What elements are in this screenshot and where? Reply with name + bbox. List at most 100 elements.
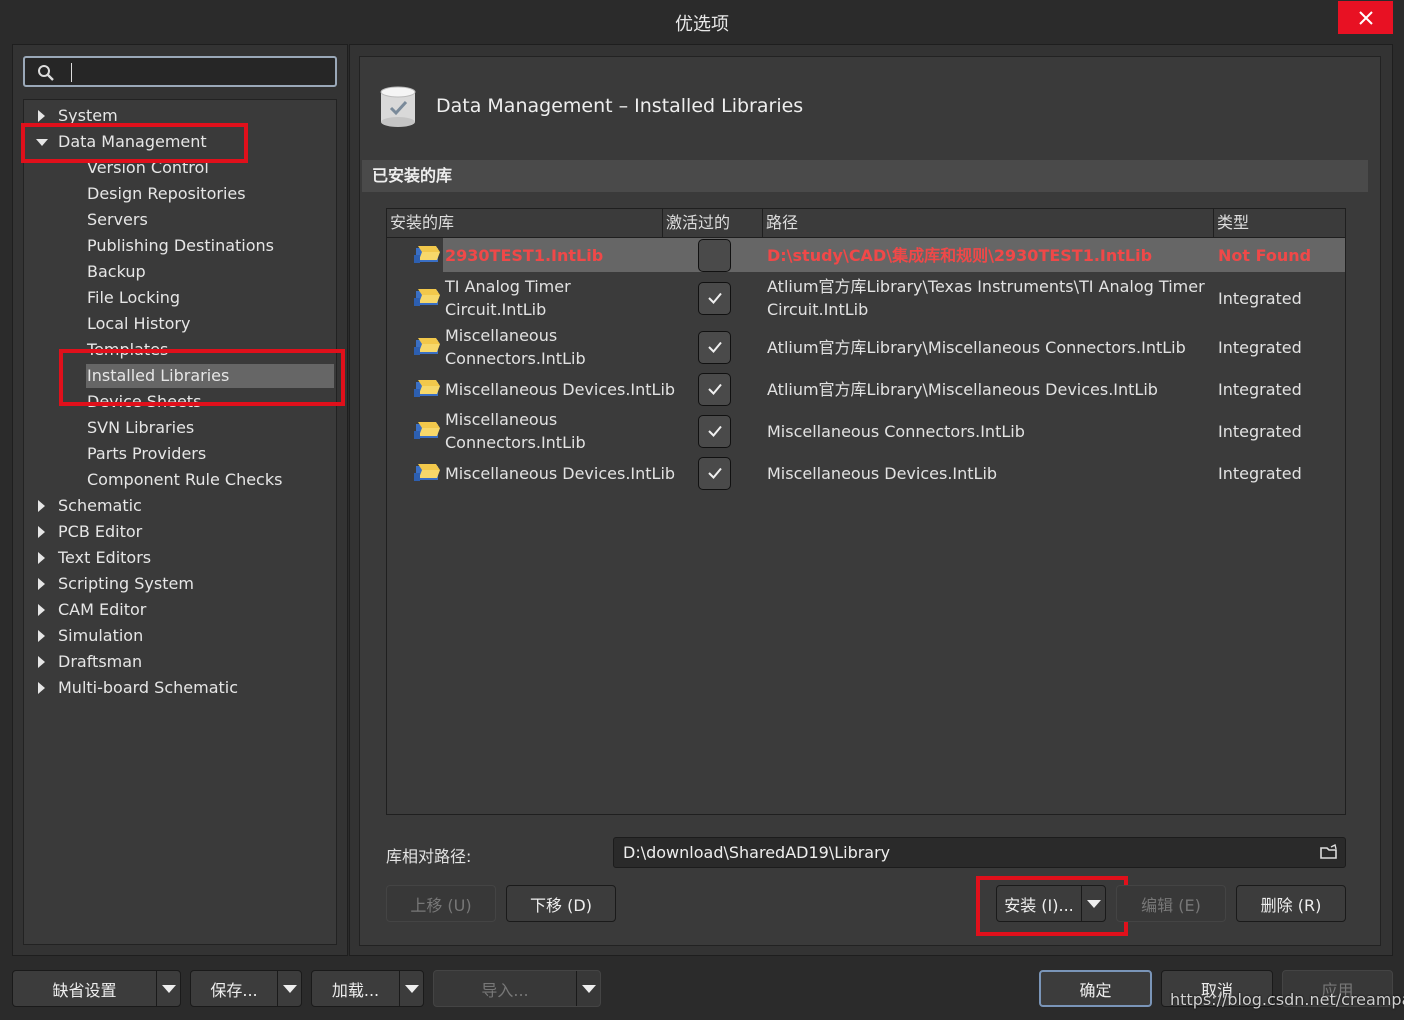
chevron-right-icon[interactable] xyxy=(38,110,45,122)
tree-item-label: File Locking xyxy=(87,288,181,307)
relative-path-label: 库相对路径: xyxy=(386,847,472,866)
import-button[interactable]: 导入... xyxy=(433,970,601,1007)
tree-item[interactable]: Schematic xyxy=(24,494,336,518)
tree-item[interactable]: System xyxy=(24,104,336,128)
chevron-right-icon[interactable] xyxy=(38,656,45,668)
close-icon xyxy=(1358,10,1373,25)
library-icon xyxy=(414,289,440,306)
move-down-button[interactable]: 下移 (D) xyxy=(506,885,616,922)
search-icon xyxy=(38,65,54,81)
chevron-right-icon[interactable] xyxy=(38,526,45,538)
defaults-button[interactable]: 缺省设置 xyxy=(12,970,181,1007)
title-bar: 优选项 xyxy=(0,0,1404,44)
relative-path-field[interactable]: D:\download\SharedAD19\Library xyxy=(613,837,1346,868)
table-row[interactable]: 2930TEST1.IntLib D:\study\CAD\集成库和规则\2930… xyxy=(414,238,1345,272)
chevron-right-icon[interactable] xyxy=(38,552,45,564)
tree-item[interactable]: Multi-board Schematic xyxy=(24,676,336,700)
column-header-library[interactable]: 安装的库 xyxy=(387,209,663,237)
tree-item[interactable]: Installed Libraries xyxy=(86,364,334,388)
edit-button[interactable]: 编辑 (E) xyxy=(1116,885,1226,922)
active-checkbox[interactable] xyxy=(698,330,731,364)
chevron-down-icon xyxy=(404,984,419,993)
library-icon xyxy=(414,246,440,263)
library-type: Integrated xyxy=(1218,421,1302,441)
load-dropdown[interactable] xyxy=(399,971,423,1006)
library-type: Not Found xyxy=(1218,245,1312,265)
tree-item[interactable]: CAM Editor xyxy=(24,598,336,622)
tree-item[interactable]: Component Rule Checks xyxy=(24,468,336,492)
tree-item-label: SVN Libraries xyxy=(87,418,195,437)
search-input[interactable] xyxy=(75,60,325,84)
tree-item[interactable]: Scripting System xyxy=(24,572,336,596)
edit-label: 编辑 (E) xyxy=(1141,895,1201,915)
tree-item-label: CAM Editor xyxy=(58,600,147,619)
defaults-dropdown[interactable] xyxy=(156,971,180,1006)
tree-item[interactable]: Parts Providers xyxy=(24,442,336,466)
tree-item-label: Servers xyxy=(87,210,148,229)
library-name: Miscellaneous xyxy=(445,326,558,345)
tree-item-label: Device Sheets xyxy=(87,392,202,411)
library-icon xyxy=(414,464,440,481)
library-name: 2930TEST1.IntLib xyxy=(445,245,604,265)
tree-item[interactable]: Device Sheets xyxy=(24,390,336,414)
chevron-right-icon[interactable] xyxy=(38,578,45,590)
active-checkbox[interactable] xyxy=(698,414,731,448)
chevron-right-icon[interactable] xyxy=(38,500,45,512)
load-button[interactable]: 加载... xyxy=(311,970,424,1007)
relative-path-value: D:\download\SharedAD19\Library xyxy=(623,843,891,862)
install-button[interactable]: 安装 (I)... xyxy=(996,885,1106,922)
tree-item[interactable]: Data Management xyxy=(24,130,336,154)
save-button[interactable]: 保存... xyxy=(190,970,302,1007)
tree-item-label: Parts Providers xyxy=(87,444,207,463)
defaults-label: 缺省设置 xyxy=(52,980,117,1000)
tree-item[interactable]: Text Editors xyxy=(24,546,336,570)
move-up-button[interactable]: 上移 (U) xyxy=(386,885,496,922)
table-row[interactable]: Miscellaneous Connectors.IntLib Atlium官方库L… xyxy=(387,324,1345,370)
tree-item[interactable]: Publishing Destinations xyxy=(24,234,336,258)
ok-label: 确定 xyxy=(1079,980,1112,1000)
table-row[interactable]: Miscellaneous Devices.IntLib Miscellaneou… xyxy=(387,454,1345,492)
tree-item[interactable]: Servers xyxy=(24,208,336,232)
import-dropdown[interactable] xyxy=(576,971,600,1006)
search-box[interactable] xyxy=(23,56,337,87)
chevron-down-icon[interactable] xyxy=(36,139,48,146)
tree-item-label: Draftsman xyxy=(58,652,143,671)
active-checkbox[interactable] xyxy=(698,238,731,272)
chevron-right-icon[interactable] xyxy=(38,682,45,694)
tree-item[interactable]: Simulation xyxy=(24,624,336,648)
close-button[interactable] xyxy=(1338,1,1393,34)
install-dropdown[interactable] xyxy=(1081,886,1105,921)
tree-item-label: Data Management xyxy=(58,132,207,151)
active-checkbox[interactable] xyxy=(698,456,731,490)
tree-item-label: Component Rule Checks xyxy=(87,470,283,489)
chevron-right-icon[interactable] xyxy=(38,630,45,642)
table-row[interactable]: Miscellaneous Connectors.IntLib Miscellane… xyxy=(387,408,1345,454)
column-header-type[interactable]: 类型 xyxy=(1214,209,1345,237)
ok-button[interactable]: 确定 xyxy=(1039,970,1152,1007)
table-row[interactable]: TI Analog Timer Circuit.IntLib Atlium官方库Li… xyxy=(387,272,1345,324)
watermark: https://blog.csdn.net/creampang xyxy=(1170,990,1404,1009)
tree-item[interactable]: Design Repositories xyxy=(24,182,336,206)
tree-item[interactable]: File Locking xyxy=(24,286,336,310)
column-header-path[interactable]: 路径 xyxy=(763,209,1214,237)
library-path: D:\study\CAD\集成库和规则\2930TEST1.IntLib xyxy=(767,245,1153,265)
library-type: Integrated xyxy=(1218,463,1302,483)
delete-button[interactable]: 删除 (R) xyxy=(1236,885,1346,922)
delete-label: 删除 (R) xyxy=(1260,895,1322,915)
folder-open-icon[interactable] xyxy=(1319,843,1339,861)
tree-item[interactable]: PCB Editor xyxy=(24,520,336,544)
tree-item[interactable]: Templates xyxy=(24,338,336,362)
tree-item[interactable]: SVN Libraries xyxy=(24,416,336,440)
tree-item[interactable]: Draftsman xyxy=(24,650,336,674)
save-dropdown[interactable] xyxy=(277,971,301,1006)
column-header-active[interactable]: 激活过的 xyxy=(663,209,763,237)
page-title: Data Management – Installed Libraries xyxy=(436,95,804,117)
active-checkbox[interactable] xyxy=(698,281,731,315)
active-checkbox[interactable] xyxy=(698,372,731,406)
chevron-right-icon[interactable] xyxy=(38,604,45,616)
tree-item[interactable]: Backup xyxy=(24,260,336,284)
tree-item-label: System xyxy=(58,106,118,125)
table-row[interactable]: Miscellaneous Devices.IntLib Atlium官方库Lib… xyxy=(387,370,1345,408)
tree-item[interactable]: Version Control xyxy=(24,156,336,180)
tree-item[interactable]: Local History xyxy=(24,312,336,336)
